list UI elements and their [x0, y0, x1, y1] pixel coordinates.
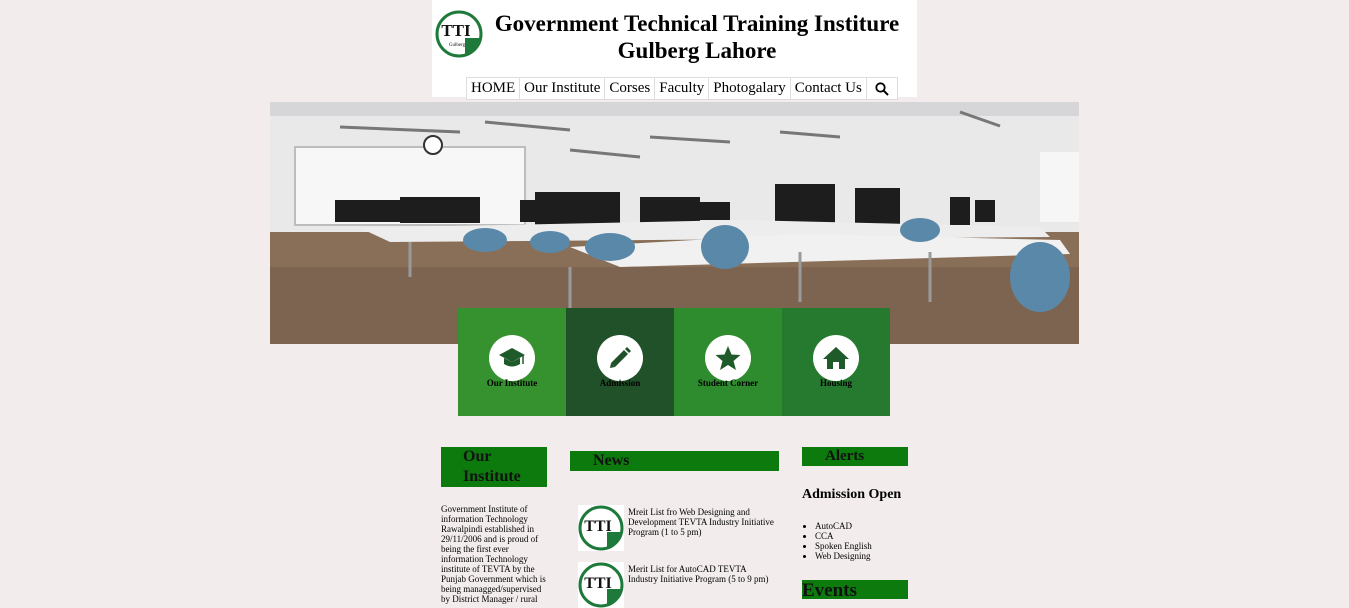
tile-student-corner[interactable]: Student Corner [674, 308, 782, 416]
nav-corses[interactable]: Corses [605, 78, 656, 99]
site-title: Government Technical Training Institure … [492, 10, 902, 64]
tti-logo-icon: TTI [578, 505, 624, 551]
alert-item[interactable]: CCA [815, 531, 872, 541]
tile-admission[interactable]: Admission [566, 308, 674, 416]
tile-label: Housing [819, 378, 852, 388]
star-icon [705, 335, 751, 381]
news-text[interactable]: Mreit List fro Web Designing and Develop… [628, 507, 778, 537]
svg-text:TTI: TTI [584, 575, 612, 592]
tti-logo-icon: TTI [578, 562, 624, 608]
nav-our-institute[interactable]: Our Institute [520, 78, 606, 99]
main-nav: HOME Our Institute Corses Faculty Photog… [466, 77, 898, 100]
admission-open-heading: Admission Open [802, 487, 902, 502]
site-title-line1: Government Technical Training Institure [494, 11, 900, 36]
search-icon[interactable] [867, 78, 897, 99]
news-item[interactable]: TTI Mreit List fro Web Designing and Dev… [578, 505, 778, 551]
tti-logo[interactable]: TTI Gulberg [435, 10, 483, 58]
tile-label: Admission [599, 378, 641, 388]
news-item[interactable]: TTI Merit List for AutoCAD TEVTA Industr… [578, 562, 778, 608]
tile-label: Student Corner [697, 378, 759, 388]
news-text[interactable]: Merit List for AutoCAD TEVTA Industry In… [628, 564, 778, 584]
about-heading: Our Institute [441, 447, 547, 487]
svg-text:TTI: TTI [441, 21, 471, 40]
alerts-heading: Alerts [802, 447, 908, 466]
nav-contact-us[interactable]: Contact Us [791, 78, 867, 99]
tile-housing[interactable]: Housing [782, 308, 890, 416]
alert-item[interactable]: Spoken English [815, 541, 872, 551]
feature-tiles: Our Institute Admission Student Corner H… [458, 308, 890, 416]
events-heading: Events [802, 580, 908, 599]
pencil-icon [597, 335, 643, 381]
alert-item[interactable]: AutoCAD [815, 521, 872, 531]
tile-our-institute[interactable]: Our Institute [458, 308, 566, 416]
svg-text:TTI: TTI [584, 518, 612, 535]
home-icon [813, 335, 859, 381]
graduation-cap-icon [489, 335, 535, 381]
nav-home[interactable]: HOME [467, 78, 521, 99]
nav-faculty[interactable]: Faculty [655, 78, 710, 99]
about-text: Government Institute of information Tech… [441, 504, 546, 604]
svg-text:Gulberg: Gulberg [449, 43, 466, 48]
news-heading: News [570, 451, 779, 471]
alerts-list: AutoCAD CCA Spoken English Web Designing [802, 521, 872, 561]
nav-photogalary[interactable]: Photogalary [709, 78, 791, 99]
tile-label: Our Institute [486, 378, 538, 388]
site-title-line2: Gulberg Lahore [617, 38, 777, 63]
alert-item[interactable]: Web Designing [815, 551, 872, 561]
